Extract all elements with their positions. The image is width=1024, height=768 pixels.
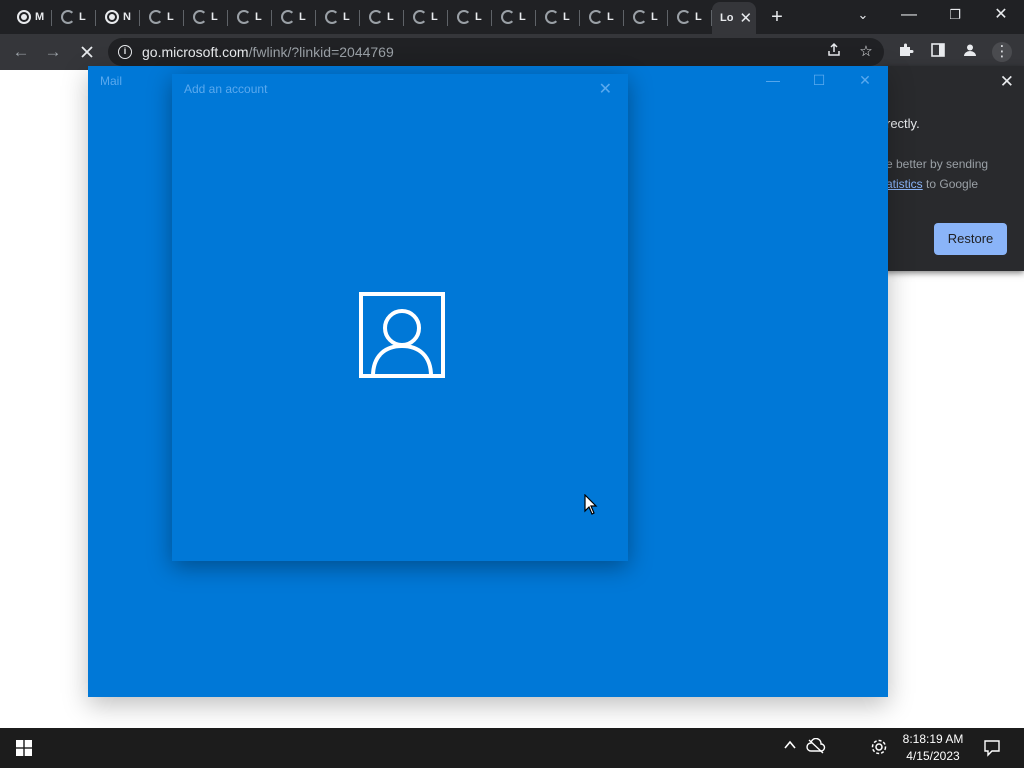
loading-spinner-icon — [281, 10, 295, 24]
windows-taskbar: 8:18:19 AM 4/15/2023 — [0, 728, 1024, 768]
tab-title: L — [519, 11, 526, 23]
browser-tab[interactable]: L — [580, 4, 624, 30]
mail-window-title: Mail — [100, 74, 123, 88]
loading-spinner-icon — [61, 10, 75, 24]
popup-text-tail: to Google — [922, 177, 979, 191]
browser-tab[interactable]: M — [8, 4, 52, 30]
site-info-icon[interactable]: i — [118, 45, 132, 59]
active-tab[interactable]: Lo ✕ — [712, 2, 756, 34]
extensions-puzzle-icon[interactable] — [896, 42, 916, 62]
tab-title: L — [167, 11, 174, 23]
browser-tab[interactable]: L — [624, 4, 668, 30]
restore-button[interactable]: Restore — [934, 223, 1007, 255]
settings-gear-icon[interactable] — [870, 738, 888, 759]
side-panel-icon[interactable] — [928, 42, 948, 62]
add-account-dialog: Add an account ✕ — [172, 74, 628, 561]
loading-spinner-icon — [633, 10, 647, 24]
dialog-close-button[interactable]: ✕ — [599, 79, 612, 99]
mail-maximize-button[interactable]: ☐ — [809, 72, 829, 89]
profile-avatar-icon[interactable] — [960, 42, 980, 62]
url-path: /fwlink/?linkid=2044769 — [248, 44, 394, 60]
tab-title: L — [255, 11, 262, 23]
tab-title: L — [431, 11, 438, 23]
popup-text-line: e better by sending — [886, 157, 989, 171]
browser-tab[interactable]: N — [96, 4, 140, 30]
browser-tab[interactable]: L — [404, 4, 448, 30]
loading-spinner-icon — [369, 10, 383, 24]
tab-title: L — [343, 11, 350, 23]
browser-tab[interactable]: L — [316, 4, 360, 30]
tab-title: L — [387, 11, 394, 23]
tab-title: L — [563, 11, 570, 23]
close-window-button[interactable]: ✕ — [986, 6, 1016, 24]
bookmark-star-icon[interactable]: ☆ — [856, 42, 876, 62]
loading-spinner-icon — [457, 10, 471, 24]
mouse-cursor-icon — [584, 493, 598, 521]
tab-title: L — [695, 11, 702, 23]
browser-tab[interactable]: L — [360, 4, 404, 30]
notification-icon[interactable] — [983, 739, 1001, 760]
restore-pages-popup: ✕ rectly. e better by sending atistics t… — [884, 66, 1024, 271]
new-tab-button[interactable]: + — [766, 6, 788, 28]
mail-minimize-button[interactable]: — — [763, 72, 783, 88]
target-icon — [105, 10, 119, 24]
forward-arrow-icon[interactable]: → — [42, 41, 64, 63]
chrome-menu-icon[interactable]: ⋮ — [992, 42, 1012, 62]
browser-tab[interactable]: L — [184, 4, 228, 30]
clock-date: 4/15/2023 — [906, 749, 960, 763]
close-popup-icon[interactable]: ✕ — [1000, 72, 1014, 92]
loading-spinner-icon — [677, 10, 691, 24]
close-tab-icon[interactable]: ✕ — [739, 9, 752, 27]
loading-spinner-icon — [149, 10, 163, 24]
browser-tab[interactable]: L — [536, 4, 580, 30]
minimize-button[interactable]: — — [894, 6, 924, 24]
tab-title: L — [211, 11, 218, 23]
loading-spinner-icon — [545, 10, 559, 24]
clock-time: 8:18:19 AM — [902, 732, 964, 746]
tab-title: L — [475, 11, 482, 23]
browser-tab[interactable]: L — [272, 4, 316, 30]
tab-title: L — [79, 11, 86, 23]
stop-loading-icon[interactable] — [76, 41, 98, 63]
browser-tab[interactable]: L — [228, 4, 272, 30]
chevron-up-icon[interactable] — [783, 738, 797, 755]
restore-window-button[interactable]: ❐ — [940, 6, 970, 24]
tab-title: M — [35, 11, 45, 23]
loading-spinner-icon — [413, 10, 427, 24]
browser-toolbar: ← → i go.microsoft.com/fwlink/?linkid=20… — [0, 34, 1024, 70]
dialog-title: Add an account — [184, 82, 268, 96]
browser-tab[interactable]: L — [52, 4, 96, 30]
tab-title: N — [123, 11, 131, 23]
start-windows-icon[interactable] — [16, 740, 32, 761]
tab-title: Lo — [720, 12, 734, 24]
popup-message-line: rectly. — [886, 116, 920, 131]
browser-tab[interactable]: L — [448, 4, 492, 30]
system-clock[interactable]: 8:18:19 AM 4/15/2023 — [896, 731, 970, 765]
loading-spinner-icon — [193, 10, 207, 24]
loading-spinner-icon — [325, 10, 339, 24]
loading-spinner-icon — [237, 10, 251, 24]
target-icon — [17, 10, 31, 24]
browser-tab[interactable]: L — [140, 4, 184, 30]
browser-tab[interactable]: L — [668, 4, 712, 30]
browser-tab-strip: M L N L L L L L L L L L L L L L Lo ✕ + ⌄ — ❐ ✕ — [0, 0, 1024, 34]
back-arrow-icon[interactable]: ← — [10, 41, 32, 63]
tab-title: L — [651, 11, 658, 23]
share-icon[interactable] — [824, 42, 844, 62]
loading-spinner-icon — [589, 10, 603, 24]
person-placeholder-icon — [359, 292, 445, 383]
url-host: go.microsoft.com — [142, 44, 249, 60]
browser-tab[interactable]: L — [492, 4, 536, 30]
address-bar[interactable]: i go.microsoft.com/fwlink/?linkid=204476… — [108, 38, 884, 66]
tab-title: L — [299, 11, 306, 23]
tab-search-dropdown-icon[interactable]: ⌄ — [848, 6, 878, 24]
url-text: go.microsoft.com/fwlink/?linkid=2044769 — [142, 44, 394, 60]
usage-statistics-link[interactable]: atistics — [886, 177, 923, 191]
popup-text-line: atistics to Google — [886, 177, 978, 191]
mail-close-button[interactable]: ✕ — [855, 72, 875, 89]
loading-spinner-icon — [501, 10, 515, 24]
cloud-offline-icon[interactable] — [806, 737, 826, 757]
tab-title: L — [607, 11, 614, 23]
